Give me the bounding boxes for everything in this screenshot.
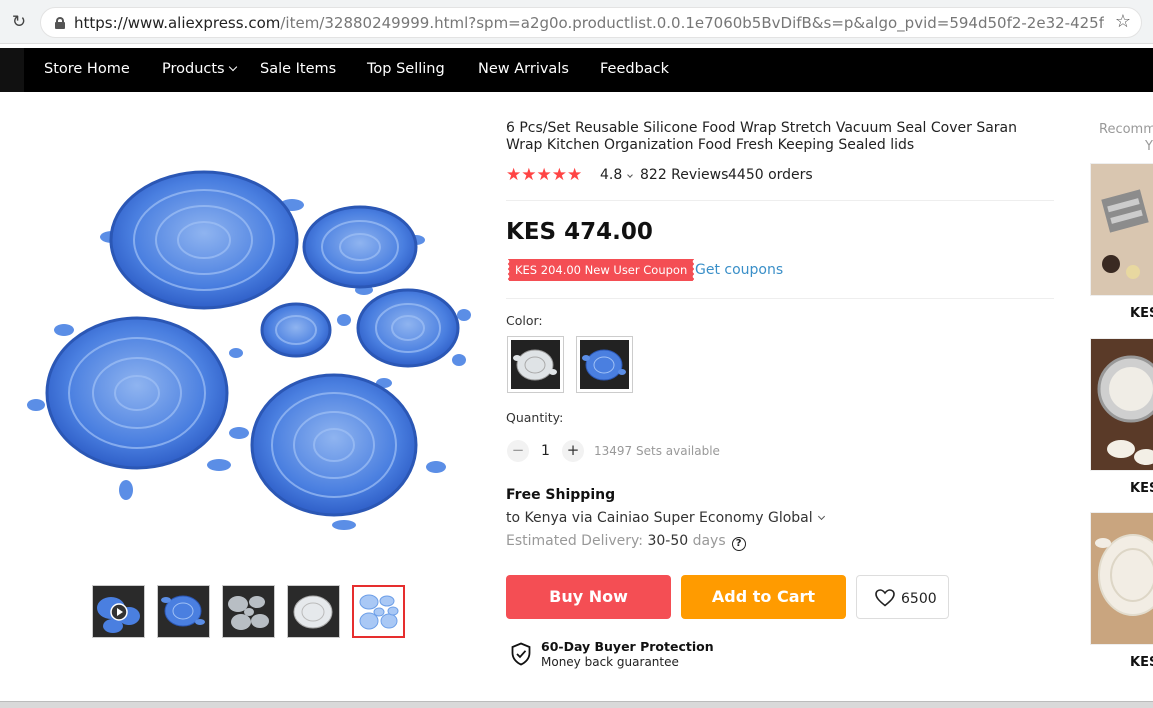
store-nav: Store Home Products Sale Items Top Selli… xyxy=(0,48,1153,92)
recommended-title: Recomm xyxy=(1099,122,1153,137)
quantity-increase-button[interactable]: + xyxy=(562,440,584,462)
reload-icon[interactable]: ↻ xyxy=(8,11,30,33)
swatch-image-clear xyxy=(511,340,560,389)
nav-products-label: Products xyxy=(162,61,225,77)
orders-count: 4450 orders xyxy=(728,167,813,183)
buyer-protection-title: 60-Day Buyer Protection xyxy=(541,639,714,654)
product-title: 6 Pcs/Set Reusable Silicone Food Wrap St… xyxy=(506,120,1017,153)
color-swatch-clear[interactable] xyxy=(507,336,564,393)
quantity-value[interactable]: 1 xyxy=(541,443,550,459)
product-price: KES 474.00 xyxy=(506,219,653,245)
nav-feedback[interactable]: Feedback xyxy=(600,61,669,77)
heart-icon xyxy=(875,589,895,607)
chevron-down-icon xyxy=(817,512,825,521)
new-user-coupon-badge[interactable]: KES 204.00 New User Coupon xyxy=(506,259,695,281)
url-host: https://www.aliexpress.com xyxy=(74,14,281,32)
stock-available: 13497 Sets available xyxy=(594,444,720,458)
rating-stars-icon: ★★★★★ xyxy=(506,165,583,185)
address-bar[interactable]: https://www.aliexpress.com/item/32880249… xyxy=(40,7,1142,38)
url-text[interactable]: https://www.aliexpress.com/item/32880249… xyxy=(74,14,1104,32)
add-to-cart-button[interactable]: Add to Cart xyxy=(681,575,846,619)
browser-toolbar: ↻ https://www.aliexpress.com/item/328802… xyxy=(0,0,1153,44)
taskbar-strip xyxy=(0,701,1153,708)
thumbnail-blue-set-selected[interactable] xyxy=(352,585,405,638)
recommended-item-price: KES xyxy=(1130,655,1153,670)
thumbnail-clear-lids-2[interactable] xyxy=(287,585,340,638)
quantity-label: Quantity: xyxy=(506,410,564,425)
thumbnail-clear-lids-1[interactable] xyxy=(222,585,275,638)
nav-store-home[interactable]: Store Home xyxy=(44,61,130,77)
recommended-item-image[interactable] xyxy=(1090,338,1153,471)
chevron-down-icon xyxy=(627,172,634,178)
estimated-delivery: Estimated Delivery: 30-50 days? xyxy=(506,533,746,551)
divider xyxy=(506,200,1054,201)
free-shipping-heading: Free Shipping xyxy=(506,487,616,503)
shield-check-icon xyxy=(511,642,531,666)
recommended-item-price: KES xyxy=(1130,481,1153,496)
url-path: /item/32880249999.html?spm=a2g0o.product… xyxy=(280,14,1104,32)
main-product-image[interactable] xyxy=(24,115,475,536)
help-icon[interactable]: ? xyxy=(731,537,746,551)
get-coupons-link[interactable]: Get coupons xyxy=(695,262,783,278)
recommended-item-image[interactable] xyxy=(1090,512,1153,645)
reviews-link[interactable]: 822 Reviews xyxy=(640,167,728,183)
thumbnail-video[interactable] xyxy=(92,585,145,638)
nav-left-strip xyxy=(0,48,24,92)
nav-top-selling[interactable]: Top Selling xyxy=(367,61,445,77)
recommended-item-price: KES xyxy=(1130,306,1153,321)
divider xyxy=(506,298,1054,299)
nav-sale-items[interactable]: Sale Items xyxy=(260,61,336,77)
wishlist-button[interactable]: 6500 xyxy=(856,575,949,619)
lock-icon xyxy=(55,17,65,29)
wishlist-count: 6500 xyxy=(901,591,937,607)
rating-number: 4.8 xyxy=(600,167,623,183)
chevron-down-icon xyxy=(228,62,237,72)
delivery-unit: days xyxy=(692,533,726,549)
color-label: Color: xyxy=(506,313,543,328)
recommended-item-image[interactable] xyxy=(1090,163,1153,296)
color-swatch-blue[interactable] xyxy=(576,336,633,393)
bookmark-star-icon[interactable]: ☆ xyxy=(1115,11,1131,32)
thumbnail-blue-lids[interactable] xyxy=(157,585,210,638)
rating-value[interactable]: 4.8 xyxy=(600,167,634,183)
buyer-protection-subtitle: Money back guarantee xyxy=(541,655,679,669)
nav-new-arrivals[interactable]: New Arrivals xyxy=(478,61,569,77)
delivery-value: 30-50 xyxy=(647,533,689,549)
recommended-title-line2: Y xyxy=(1145,139,1153,154)
nav-products[interactable]: Products xyxy=(162,61,237,77)
shipping-method-text: to Kenya via Cainiao Super Economy Globa… xyxy=(506,510,813,526)
quantity-decrease-button[interactable]: − xyxy=(507,440,529,462)
swatch-image-blue xyxy=(580,340,629,389)
shipping-method-selector[interactable]: to Kenya via Cainiao Super Economy Globa… xyxy=(506,510,825,526)
buy-now-button[interactable]: Buy Now xyxy=(506,575,671,619)
delivery-label: Estimated Delivery: xyxy=(506,533,643,549)
